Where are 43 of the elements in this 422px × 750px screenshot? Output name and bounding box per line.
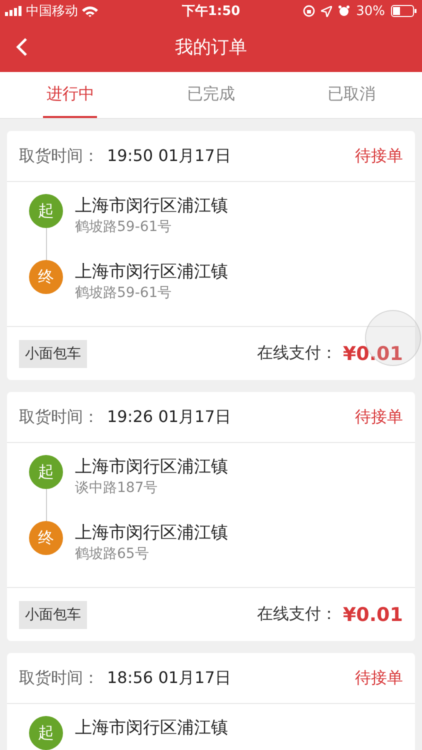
price: ¥0.01 bbox=[342, 342, 403, 364]
pickup-time: 19:26 01月17日 bbox=[107, 406, 231, 428]
street-address: 鹤坡路65号 bbox=[75, 545, 149, 564]
payment-label: 在线支付： bbox=[256, 604, 337, 625]
street-address: 鹤坡路59-61号 bbox=[75, 218, 172, 237]
order-status: 待接单 bbox=[355, 146, 403, 166]
battery-icon bbox=[391, 5, 417, 17]
pickup-label: 取货时间： bbox=[19, 146, 99, 166]
price: ¥0.01 bbox=[342, 604, 403, 626]
tab[interactable]: 已完成 bbox=[184, 72, 238, 118]
vehicle-tag: 小面包车 bbox=[19, 600, 87, 628]
back-icon[interactable] bbox=[16, 37, 28, 57]
end-marker: 终 bbox=[29, 521, 63, 555]
alarm-icon bbox=[338, 5, 350, 17]
location-icon bbox=[321, 6, 332, 16]
order-status: 待接单 bbox=[355, 406, 403, 428]
tab[interactable]: 已取消 bbox=[324, 72, 379, 118]
page-title: 我的订单 bbox=[175, 36, 247, 59]
tab[interactable]: 进行中 bbox=[43, 72, 98, 118]
start-marker: 起 bbox=[29, 194, 63, 228]
rotation-lock-icon bbox=[303, 5, 316, 17]
start-marker: 起 bbox=[29, 716, 63, 750]
payment-label: 在线支付： bbox=[256, 343, 337, 364]
carrier-name: 中国移动 bbox=[26, 3, 78, 20]
pickup-time: 18:56 01月17日 bbox=[107, 668, 231, 688]
battery-percent: 30% bbox=[356, 4, 385, 18]
order-status: 待接单 bbox=[355, 668, 403, 688]
start-marker: 起 bbox=[29, 455, 63, 489]
wifi-icon bbox=[82, 6, 98, 16]
status-time: 下午1:50 bbox=[182, 4, 240, 19]
pickup-label: 取货时间： bbox=[19, 406, 99, 428]
address-area: 上海市闵行区浦江镇 bbox=[75, 521, 228, 544]
address-area: 上海市闵行区浦江镇 bbox=[75, 455, 228, 478]
vehicle-tag: 小面包车 bbox=[19, 340, 87, 368]
signal-icon bbox=[5, 6, 22, 16]
street-address: 鹤坡路59-61号 bbox=[75, 284, 172, 303]
address-area: 上海市闵行区浦江镇 bbox=[75, 716, 228, 739]
street-address: 谈中路187号 bbox=[75, 479, 158, 498]
address-area: 上海市闵行区浦江镇 bbox=[75, 260, 228, 283]
pickup-label: 取货时间： bbox=[19, 668, 99, 688]
pickup-time: 19:50 01月17日 bbox=[107, 146, 231, 166]
address-area: 上海市闵行区浦江镇 bbox=[75, 194, 228, 217]
end-marker: 终 bbox=[29, 260, 63, 294]
